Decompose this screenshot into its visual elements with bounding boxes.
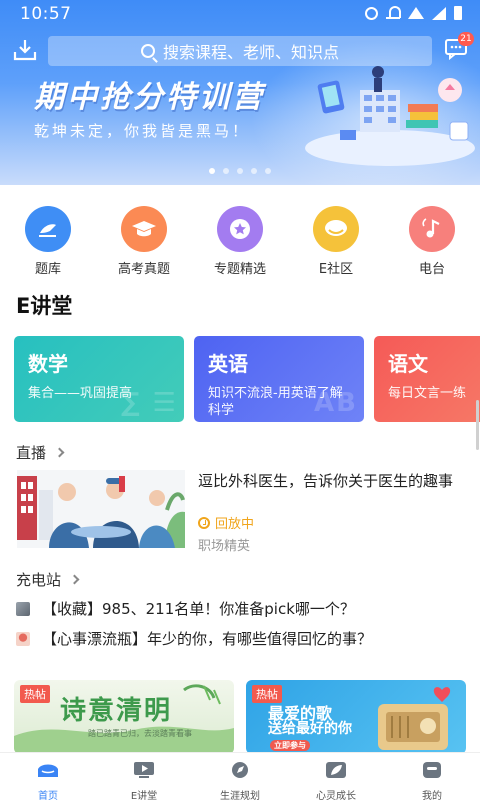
signal-icon: [432, 6, 446, 20]
live-thumbnail[interactable]: [17, 470, 185, 548]
mute-icon: [386, 6, 401, 19]
post-headline: 诗意清明: [60, 696, 173, 726]
banner-subtitle: 乾坤未定，你我皆是黑马！: [34, 122, 251, 140]
category-circle: [313, 206, 359, 252]
category-question-bank[interactable]: 题库: [6, 200, 90, 277]
banner-dot[interactable]: [223, 168, 229, 174]
course-card-english[interactable]: 英语 知识不流浪-用英语了解科学 AB: [194, 336, 364, 422]
live-title[interactable]: 逗比外科医生，告诉你关于医生的趣事: [198, 470, 466, 492]
category-circle: [25, 206, 71, 252]
banner-dot[interactable]: [209, 168, 215, 174]
hero-banner[interactable]: 10:57 搜索课程、老师、知识点 21 期中抢分特训营 乾坤未定，你我皆是黑马…: [0, 0, 480, 185]
category-gaokao[interactable]: 高考真题: [102, 200, 186, 277]
charge-section-header[interactable]: 充电站: [16, 569, 80, 590]
hot-badge: 热帖: [20, 685, 50, 703]
alarm-icon: [365, 6, 378, 20]
banner-dot[interactable]: [237, 168, 243, 174]
banner-dot[interactable]: [251, 168, 257, 174]
course-watermark: ∑ ☰: [120, 388, 178, 418]
course-card-math[interactable]: 数学 集合——巩固提高 ∑ ☰: [14, 336, 184, 422]
live-status: 回放中: [198, 513, 254, 532]
chevron-right-icon: [69, 574, 80, 585]
category-circle: [121, 206, 167, 252]
post-subline: 送给最好的你: [268, 721, 352, 737]
course-watermark: AB: [314, 388, 358, 418]
hot-posts: 热帖 诗意清明 踏已踏青已归，去淡踏青看事 热帖 最爱的歌 送给最好的你 立即参…: [14, 680, 480, 754]
charge-item-text: 【心事漂流瓶】年少的你，有哪些值得回忆的事？: [42, 630, 373, 648]
nav-label: 心灵成长: [316, 791, 356, 800]
electure-title: E讲堂: [16, 294, 73, 318]
radio-note-icon: [422, 218, 440, 238]
nav-label: 首页: [38, 791, 58, 800]
banner-dot[interactable]: [265, 168, 271, 174]
category-label: 高考真题: [117, 262, 170, 277]
nav-item-career[interactable]: 生涯规划: [192, 753, 288, 800]
play-screen-icon: [134, 762, 154, 778]
category-label: 电台: [418, 262, 445, 277]
hot-post-card[interactable]: 热帖 最爱的歌 送给最好的你 立即参与: [246, 680, 466, 754]
course-title: 英语: [208, 352, 248, 376]
nav-label: 生涯规划: [220, 791, 260, 800]
scrollbar[interactable]: [476, 400, 479, 450]
category-circle: [217, 206, 263, 252]
compass-icon: [232, 762, 248, 778]
nav-item-home[interactable]: 首页: [0, 753, 96, 800]
charge-item-text: 【收藏】985、211名单！你准备pick哪一个？: [42, 600, 355, 618]
chevron-right-icon: [54, 447, 65, 458]
nav-label: E讲堂: [130, 791, 158, 800]
pen-icon: [39, 224, 56, 237]
message-badge: 21: [458, 32, 474, 46]
status-bar: 10:57: [0, 0, 480, 28]
join-button[interactable]: 立即参与: [270, 740, 310, 751]
leaf-icon: [326, 762, 346, 778]
category-grid: 题库 高考真题 专题精选 E社区 电台: [0, 200, 480, 277]
charge-item[interactable]: 【收藏】985、211名单！你准备pick哪一个？: [16, 598, 476, 619]
course-card-chinese[interactable]: 语文 每日文言一练 文: [374, 336, 480, 422]
banner-pagination: [0, 168, 480, 174]
category-label: 题库: [34, 262, 61, 277]
course-title: 数学: [28, 352, 68, 376]
search-icon: [140, 44, 155, 58]
nav-item-growth[interactable]: 心灵成长: [288, 753, 384, 800]
community-icon: [325, 220, 347, 236]
post-caption: 踏已踏青已归，去淡踏青看事: [88, 729, 192, 738]
status-time: 10:57: [20, 4, 72, 24]
category-topics[interactable]: 专题精选: [198, 200, 282, 277]
bottom-nav: 首页 E讲堂 生涯规划 心灵成长 我的: [0, 752, 480, 800]
wifi-icon: [408, 7, 424, 19]
clock-icon: [198, 516, 210, 529]
battery-icon: [454, 6, 462, 20]
download-icon[interactable]: [12, 38, 38, 62]
live-section-header[interactable]: 直播: [16, 442, 65, 463]
live-tag: 职场精英: [198, 539, 251, 554]
category-radio[interactable]: 电台: [390, 200, 474, 277]
category-label: E社区: [318, 262, 354, 277]
category-label: 专题精选: [213, 262, 266, 277]
post-avatar: [16, 601, 30, 616]
course-desc: 每日文言一练: [388, 386, 467, 401]
charge-heading: 充电站: [16, 571, 62, 589]
course-carousel[interactable]: 数学 集合——巩固提高 ∑ ☰ 英语 知识不流浪-用英语了解科学 AB 语文 每…: [14, 336, 480, 422]
banner-title: 期中抢分特训营: [34, 80, 265, 115]
nav-label: 我的: [422, 791, 442, 800]
post-avatar: [16, 631, 30, 646]
graduation-cap-icon: [132, 221, 156, 237]
charge-item[interactable]: 【心事漂流瓶】年少的你，有哪些值得回忆的事？: [16, 628, 476, 649]
home-icon: [38, 764, 58, 777]
profile-icon: [423, 762, 441, 778]
live-heading: 直播: [16, 444, 47, 462]
hot-post-card[interactable]: 热帖 诗意清明 踏已踏青已归，去淡踏青看事: [14, 680, 234, 754]
category-circle: [409, 206, 455, 252]
live-status-label: 回放中: [215, 517, 255, 532]
status-icons: [365, 6, 462, 20]
category-community[interactable]: E社区: [294, 200, 378, 277]
nav-item-electure[interactable]: E讲堂: [96, 753, 192, 800]
course-title: 语文: [388, 352, 428, 376]
banner-illustration: [305, 66, 475, 166]
nav-item-mine[interactable]: 我的: [384, 753, 480, 800]
star-badge-icon: [230, 219, 250, 239]
